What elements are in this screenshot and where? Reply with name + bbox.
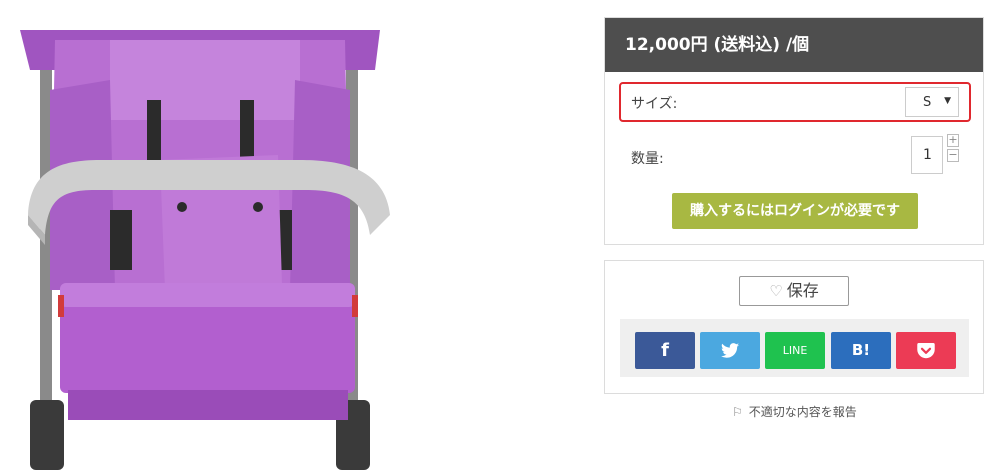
pocket-share-button[interactable] [896,332,956,369]
quantity-input[interactable]: 1 [911,136,943,174]
twitter-icon [721,343,739,358]
login-to-purchase-button[interactable]: 購入するにはログインが必要です [672,193,918,229]
hatena-bookmark-button[interactable]: B! [831,332,891,369]
save-label: 保存 [786,281,819,300]
quantity-decrement-button[interactable]: − [947,149,959,162]
size-select[interactable]: S ▼ [905,87,959,117]
price-label: 12,000円 (送料込) /個 [605,18,983,72]
stroller-illustration [20,30,390,470]
line-share-button[interactable]: LINE [765,332,825,369]
flag-icon: ⚐ [732,405,743,419]
facebook-share-button[interactable]: f [635,332,695,369]
chevron-down-icon: ▼ [944,96,951,106]
quantity-value: 1 [923,147,932,163]
save-button[interactable]: ♡ 保存 [739,276,849,306]
size-label: サイズ: [631,96,678,112]
facebook-icon: f [661,340,669,361]
share-panel: ♡ 保存 f LINE B! [604,260,984,394]
quantity-increment-button[interactable]: + [947,134,959,147]
heart-icon: ♡ [769,282,783,300]
product-image [0,0,400,475]
report-link[interactable]: ⚐ 不適切な内容を報告 [732,403,857,420]
size-selector-row: サイズ: S ▼ [619,82,971,122]
twitter-share-button[interactable] [700,332,760,369]
quantity-label: 数量: [631,151,664,167]
share-buttons: f LINE B! [620,319,969,377]
size-select-value: S [923,95,932,110]
purchase-panel: 12,000円 (送料込) /個 サイズ: S ▼ 数量: 1 + − 購入する… [604,17,984,245]
report-label: 不適切な内容を報告 [748,405,857,419]
line-label: LINE [782,344,808,357]
hatena-icon: B! [851,341,871,359]
pocket-icon [917,343,935,359]
